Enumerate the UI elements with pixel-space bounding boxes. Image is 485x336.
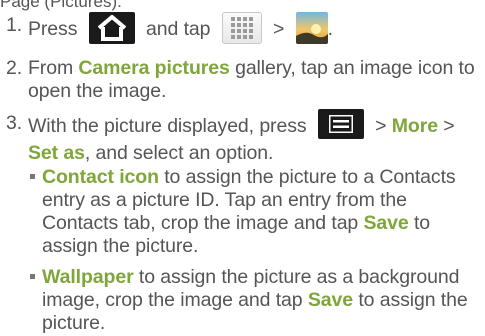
contact-icon-label: Contact icon — [42, 166, 159, 188]
home-key-icon — [88, 12, 135, 44]
step-text: From — [28, 57, 79, 79]
save-label: Save — [363, 212, 409, 234]
step-number: 1. — [6, 14, 23, 36]
step-3: 3. With the picture displayed, press > M… — [6, 109, 481, 165]
step-text: and tap — [146, 18, 211, 41]
wallpaper-label: Wallpaper — [42, 266, 134, 288]
step-2: 2. From Camera pictures gallery, tap an … — [6, 57, 481, 103]
step-number: 2. — [6, 57, 23, 79]
separator-gt: > — [369, 115, 392, 138]
option-contact-icon: Contact icon to assign the picture to a … — [30, 166, 482, 258]
set-as-label: Set as — [28, 142, 85, 164]
bullet-marker — [30, 274, 35, 279]
previous-line-fragment: Page (Pictures). — [0, 0, 122, 11]
step-number: 3. — [6, 112, 23, 134]
step-1: 1. Press and tap > . — [6, 12, 481, 46]
save-label: Save — [307, 289, 353, 311]
more-label: More — [391, 115, 438, 138]
separator-gt: > — [437, 115, 455, 138]
menu-key-icon — [317, 109, 364, 139]
bullet-marker — [30, 174, 35, 179]
period: . — [327, 18, 333, 41]
gallery-app-icon — [295, 12, 328, 44]
camera-pictures-label: Camera pictures — [78, 57, 230, 79]
step-text: With the picture displayed, press — [28, 115, 307, 138]
separator-gt: > — [273, 18, 285, 41]
applications-grid-icon — [221, 12, 262, 44]
step-text: , and select an option. — [84, 142, 274, 164]
step-text: Press — [28, 18, 78, 41]
option-wallpaper: Wallpaper to assign the picture as a bac… — [30, 266, 482, 335]
